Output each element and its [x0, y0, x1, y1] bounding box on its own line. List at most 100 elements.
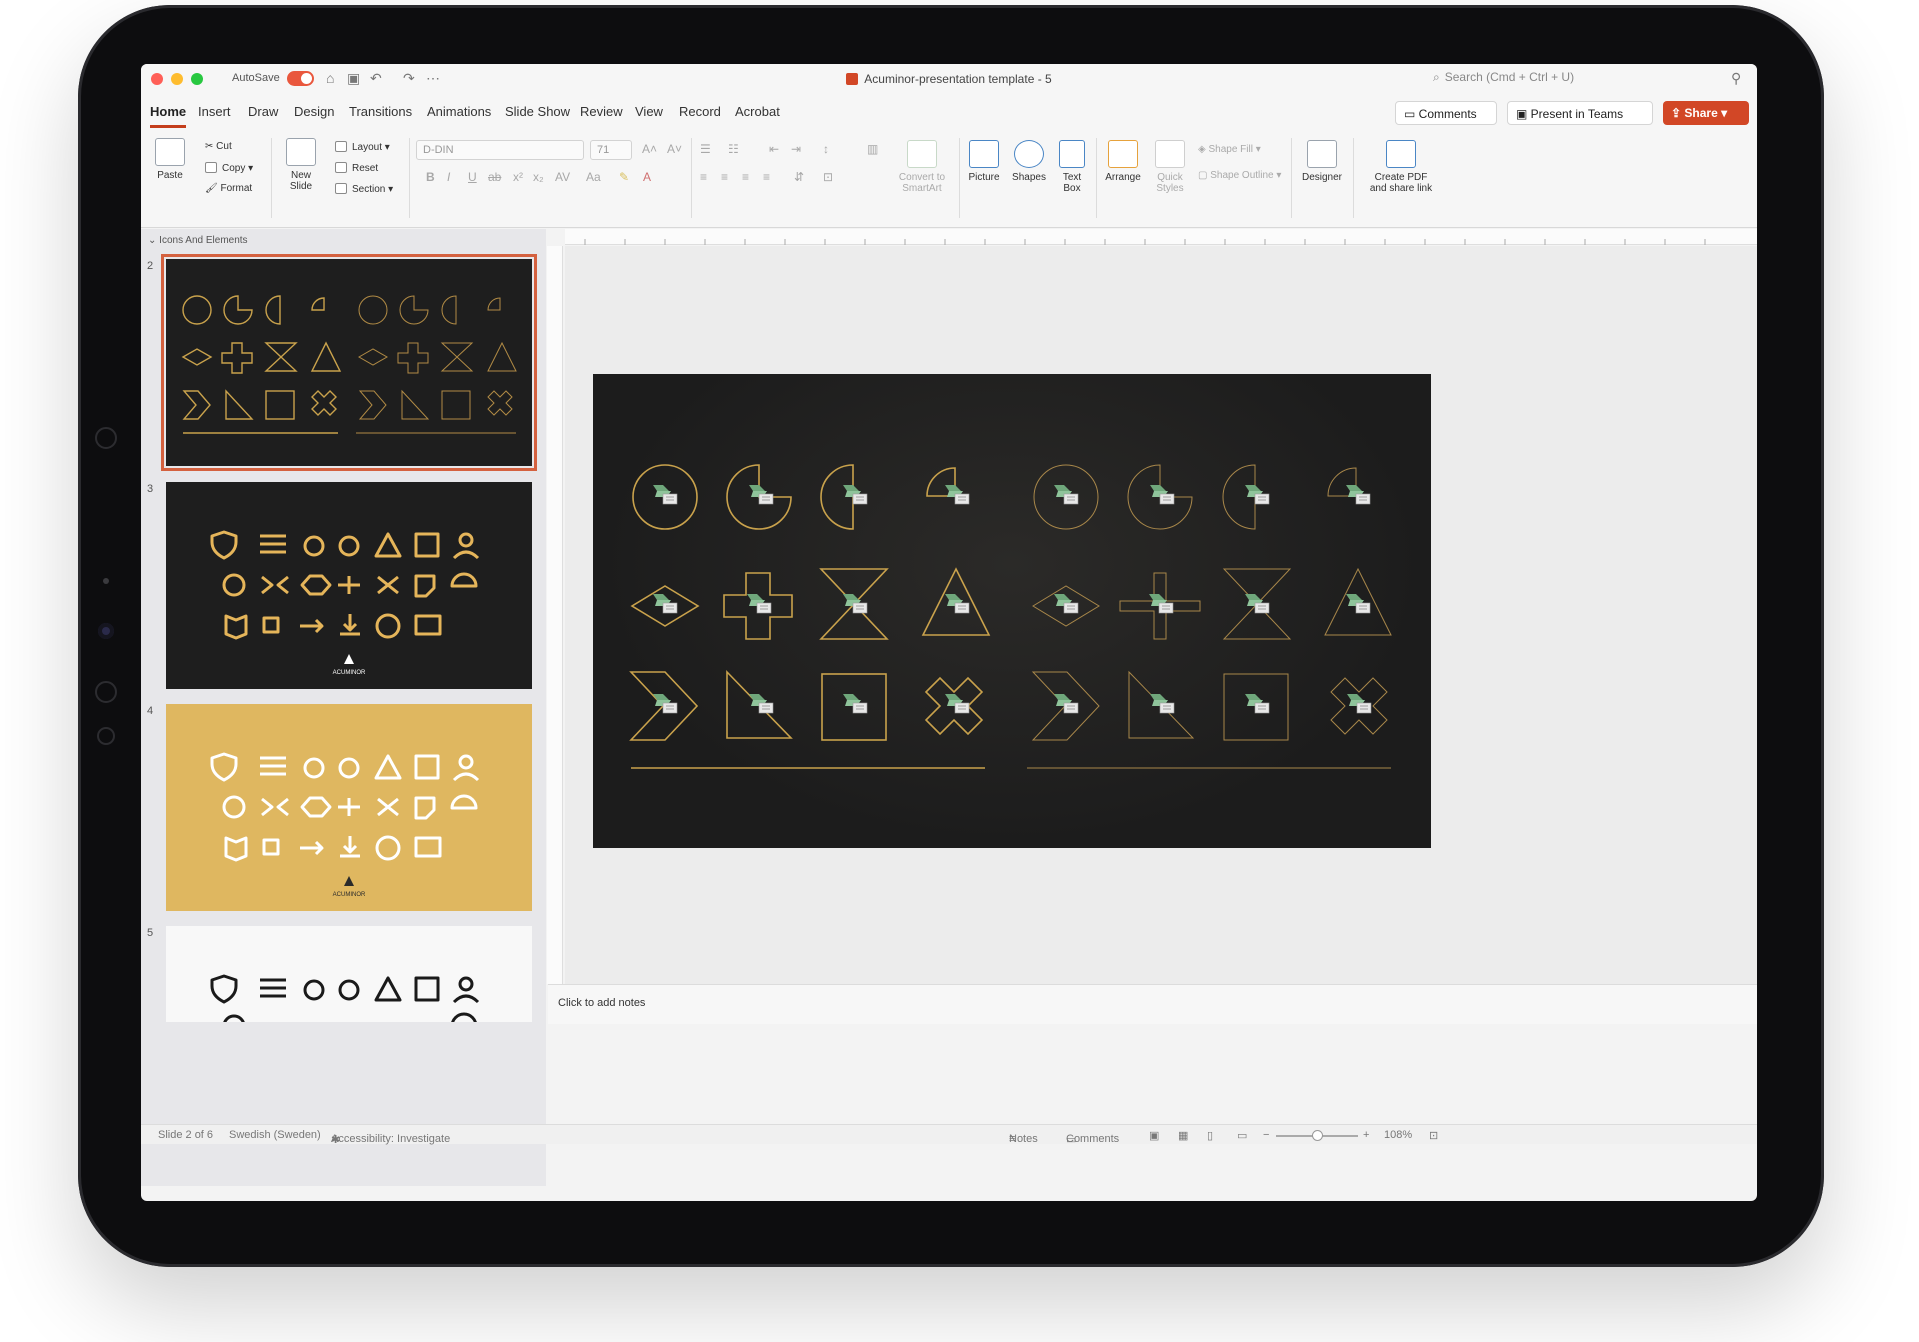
align-left-icon[interactable]: ≡: [700, 170, 707, 184]
line-spacing-icon[interactable]: ↕: [823, 142, 829, 156]
subscript-icon[interactable]: x₂: [533, 170, 544, 184]
bold-icon[interactable]: B: [426, 170, 435, 184]
slide-thumbnail-4[interactable]: ACUMINOR: [166, 704, 532, 911]
sensor-dot: [103, 578, 109, 584]
columns-icon[interactable]: ▥: [867, 142, 878, 156]
tab-home[interactable]: Home: [150, 104, 187, 128]
horizontal-ruler[interactable]: [565, 229, 1757, 245]
comments-status-label: Comments: [1066, 1133, 1120, 1145]
notes-pane[interactable]: Click to add notes: [548, 984, 1757, 1024]
copy-button[interactable]: Copy ▾: [205, 162, 253, 174]
chevron-down-icon: ⌄: [148, 235, 160, 246]
convert-to-smartart-button[interactable]: Convert to SmartArt: [891, 140, 953, 194]
section-button[interactable]: Section ▾: [335, 183, 393, 195]
format-painter-button[interactable]: 🖌 Format: [205, 183, 252, 194]
share-button[interactable]: ⇪ Share ▾: [1663, 101, 1749, 125]
decrease-indent-icon[interactable]: ⇤: [769, 142, 779, 156]
tab-animations[interactable]: Animations: [427, 104, 491, 119]
ribbon: Paste ✂ Cut Copy ▾ 🖌 Format New Slide Lay…: [141, 128, 1757, 228]
change-case-icon[interactable]: Aa: [586, 170, 601, 184]
textbox-label-1: Text: [1062, 172, 1082, 183]
copy-label: Copy: [222, 163, 246, 174]
zoom-level[interactable]: 108%: [1384, 1129, 1412, 1141]
align-text-icon[interactable]: ⊡: [823, 170, 833, 184]
tab-draw[interactable]: Draw: [248, 104, 278, 119]
tab-acrobat[interactable]: Acrobat: [735, 104, 780, 119]
shrink-font-icon[interactable]: A˅: [667, 142, 682, 156]
align-right-icon[interactable]: ≡: [742, 170, 749, 184]
language-status[interactable]: Swedish (Sweden): [229, 1129, 321, 1141]
create-pdf-button[interactable]: Create PDF and share link: [1359, 140, 1443, 194]
shapes-button[interactable]: Shapes: [1009, 140, 1049, 183]
tab-slide-show[interactable]: Slide Show: [505, 104, 570, 119]
vertical-ruler[interactable]: [547, 246, 563, 984]
tab-record[interactable]: Record: [679, 104, 721, 119]
text-direction-icon[interactable]: ⇵: [794, 170, 804, 184]
slideshow-icon[interactable]: ▭: [1237, 1129, 1247, 1142]
ribbon-divider: [271, 138, 272, 218]
arrange-button[interactable]: Arrange: [1103, 140, 1143, 183]
shape-outline-button[interactable]: ▢ Shape Outline ▾: [1198, 170, 1281, 181]
reset-label: Reset: [352, 163, 379, 174]
reset-button[interactable]: Reset: [335, 162, 378, 174]
shape-outline-label: Shape Outline: [1210, 170, 1274, 181]
brush-icon: 🖌: [205, 183, 221, 194]
quick-styles-button[interactable]: Quick Styles: [1150, 140, 1190, 194]
slide-thumbnail-2[interactable]: [161, 254, 537, 471]
clipboard-icon: [155, 138, 185, 166]
strikethrough-icon[interactable]: ab: [488, 170, 501, 184]
zoom-slider-knob[interactable]: [1312, 1130, 1323, 1141]
align-center-icon[interactable]: ≡: [721, 170, 728, 184]
share-icon: ⇪: [1671, 106, 1685, 120]
section-header[interactable]: ⌄ Icons And Elements: [148, 235, 248, 246]
zoom-out-icon[interactable]: −: [1263, 1129, 1269, 1141]
slide-2-preview: [166, 259, 532, 466]
quick-label-2: Styles: [1156, 183, 1184, 194]
arrange-icon: [1108, 140, 1138, 168]
superscript-icon[interactable]: x²: [513, 170, 523, 184]
comments-button[interactable]: ▭ Comments: [1395, 101, 1497, 125]
new-slide-button[interactable]: New Slide: [281, 138, 321, 192]
tab-insert[interactable]: Insert: [198, 104, 231, 119]
tab-review[interactable]: Review: [580, 104, 623, 119]
reading-view-icon[interactable]: ▯: [1207, 1129, 1213, 1142]
new-slide-label-1: New: [290, 170, 311, 181]
font-size-field[interactable]: 71: [590, 140, 632, 160]
text-box-button[interactable]: Text Box: [1054, 140, 1090, 194]
increase-indent-icon[interactable]: ⇥: [791, 142, 801, 156]
tab-view[interactable]: View: [635, 104, 663, 119]
italic-icon[interactable]: I: [447, 170, 450, 184]
current-slide[interactable]: [593, 374, 1431, 848]
underline-icon[interactable]: U: [468, 170, 477, 184]
ribbon-divider: [691, 138, 692, 218]
designer-button[interactable]: Designer: [1296, 140, 1348, 183]
slide-sorter-icon[interactable]: ▦: [1178, 1129, 1188, 1142]
font-name-field[interactable]: D-DIN: [416, 140, 584, 160]
tab-transitions[interactable]: Transitions: [349, 104, 412, 119]
zoom-in-icon[interactable]: +: [1363, 1129, 1369, 1141]
present-in-teams-button[interactable]: ▣ Present in Teams: [1507, 101, 1653, 125]
numbering-icon[interactable]: ☷: [728, 142, 739, 156]
character-spacing-icon[interactable]: AV: [555, 170, 570, 184]
designer-label: Designer: [1301, 172, 1343, 183]
normal-view-icon[interactable]: ▣: [1149, 1129, 1159, 1142]
shape-fill-button[interactable]: ◈ Shape Fill ▾: [1198, 144, 1261, 155]
search-box[interactable]: ⌕ Search (Cmd + Ctrl + U): [1433, 70, 1661, 88]
highlight-icon[interactable]: ✎: [619, 170, 629, 184]
tab-design[interactable]: Design: [294, 104, 334, 119]
slide-position: Slide 2 of 6: [158, 1129, 214, 1141]
cut-button[interactable]: ✂ Cut: [205, 141, 232, 152]
picture-button[interactable]: Picture: [964, 140, 1004, 183]
grow-font-icon[interactable]: A˄: [642, 142, 657, 156]
slide-thumbnail-5[interactable]: [166, 926, 532, 1022]
justify-icon[interactable]: ≡: [763, 170, 770, 184]
slide-thumbnail-3[interactable]: ACUMINOR: [166, 482, 532, 689]
font-color-icon[interactable]: A: [643, 170, 651, 184]
copy-icon: [205, 162, 217, 173]
paste-button[interactable]: Paste: [150, 138, 190, 181]
layout-button[interactable]: Layout ▾: [335, 141, 390, 153]
account-icon[interactable]: ⚲: [1731, 70, 1741, 87]
fit-to-window-icon[interactable]: ⊡: [1429, 1129, 1438, 1142]
slide-number: 2: [147, 260, 154, 272]
bullets-icon[interactable]: ☰: [700, 142, 711, 156]
